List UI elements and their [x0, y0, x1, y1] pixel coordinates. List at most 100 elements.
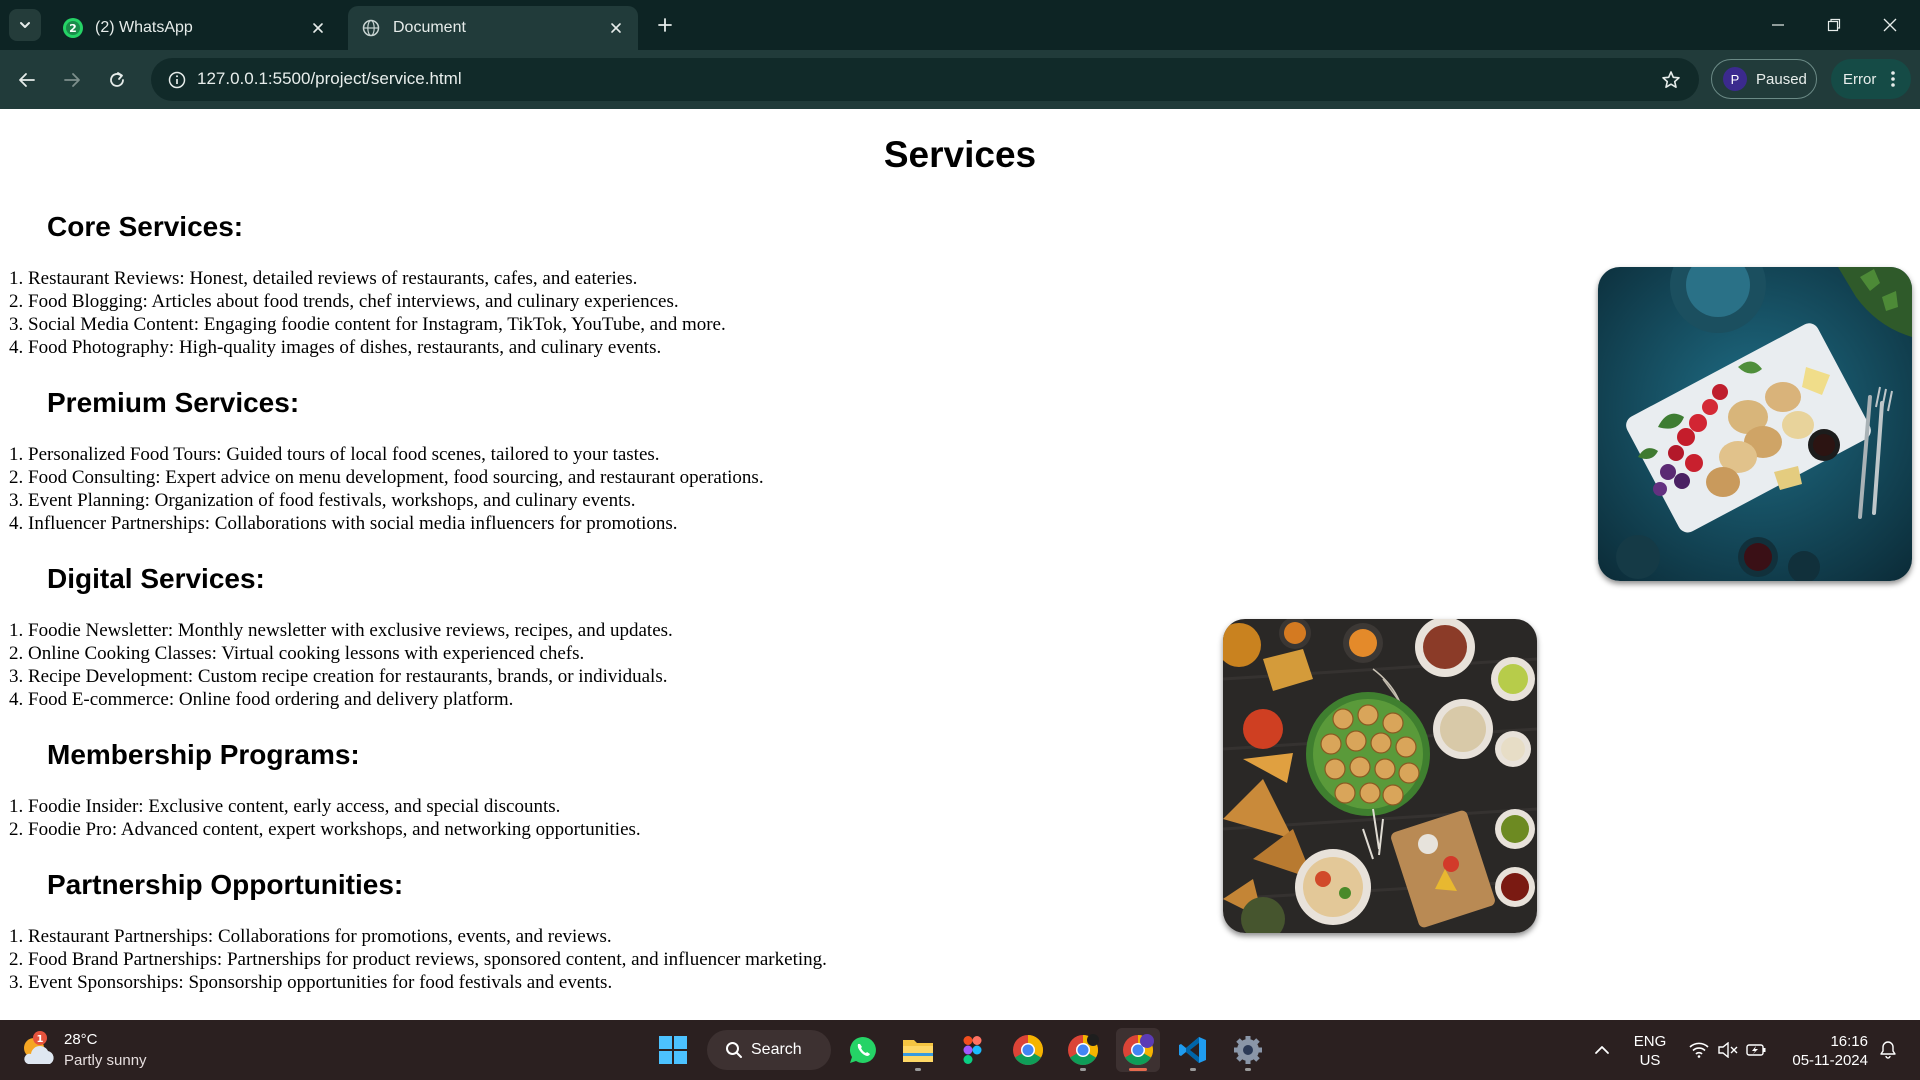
- close-icon: [1883, 18, 1897, 32]
- list-item: 3. Event Sponsorships: Sponsorship oppor…: [9, 972, 613, 993]
- chrome-active-icon: [1123, 1034, 1154, 1066]
- error-menu-button[interactable]: Error: [1831, 59, 1911, 99]
- running-indicator: [1245, 1068, 1251, 1071]
- taskbar-chrome[interactable]: [1006, 1028, 1050, 1072]
- taskbar-search[interactable]: Search: [707, 1030, 831, 1070]
- windows-taskbar: 1 28°C Partly sunny Search ENG US 16:16 …: [0, 1020, 1920, 1080]
- minimize-icon: [1772, 24, 1784, 26]
- restore-button[interactable]: [1806, 0, 1862, 50]
- forward-button[interactable]: [55, 63, 89, 97]
- taskbar-figma[interactable]: [951, 1028, 995, 1072]
- list-item: 4. Food Photography: High-quality images…: [9, 337, 662, 358]
- taskbar-chrome-profile[interactable]: [1061, 1028, 1105, 1072]
- weather-badge: 1: [37, 1034, 44, 1045]
- close-icon: [313, 23, 323, 33]
- list-item: 2. Food Brand Partnerships: Partnerships…: [9, 949, 827, 970]
- page-title: Services: [883, 134, 1037, 175]
- active-indicator: [1129, 1068, 1147, 1071]
- tab-close-button[interactable]: [304, 14, 332, 42]
- error-label: Error: [1843, 70, 1877, 88]
- tab-search-button[interactable]: [9, 9, 41, 41]
- whatsapp-icon: [849, 1036, 876, 1063]
- tab-close-button[interactable]: [602, 14, 630, 42]
- show-hidden-icons-button[interactable]: [1586, 1020, 1618, 1080]
- running-indicator: [1190, 1068, 1196, 1071]
- browser-toolbar: 127.0.0.1:5500/project/service.html P Pa…: [0, 50, 1920, 109]
- site-info-button[interactable]: [161, 64, 193, 96]
- back-button[interactable]: [10, 63, 44, 97]
- taskbar-file-explorer[interactable]: [896, 1028, 940, 1072]
- url-text[interactable]: 127.0.0.1:5500/project/service.html: [197, 69, 462, 89]
- list-item: 3. Social Media Content: Engaging foodie…: [9, 314, 726, 335]
- close-window-button[interactable]: [1862, 0, 1918, 50]
- weather-widget[interactable]: 1 28°C Partly sunny: [18, 1028, 178, 1072]
- list-digital-services: 1. Foodie Newsletter: Monthly newsletter…: [9, 619, 673, 711]
- street-food-spread-photo: [1223, 619, 1537, 933]
- list-item: 2. Foodie Pro: Advanced content, expert …: [9, 819, 641, 840]
- more-vert-icon: [1886, 67, 1900, 91]
- wifi-icon: [1689, 1042, 1709, 1058]
- list-partnership-opportunities: 1. Restaurant Partnerships: Collaboratio…: [9, 925, 827, 994]
- taskbar-settings[interactable]: [1226, 1028, 1270, 1072]
- plus-icon: [658, 18, 672, 32]
- weather-temp: 28°C: [64, 1031, 98, 1048]
- arrow-right-icon: [64, 73, 80, 87]
- tab-document[interactable]: Document: [348, 6, 638, 50]
- taskbar-chrome-active[interactable]: [1116, 1028, 1160, 1072]
- restore-icon: [1827, 18, 1841, 32]
- bookmark-button[interactable]: [1655, 64, 1687, 96]
- snack-platter-photo: [1598, 267, 1912, 581]
- language-line1: ENG: [1633, 1033, 1667, 1050]
- clock-date: 05-11-2024: [1792, 1052, 1868, 1069]
- battery-charging-icon: [1746, 1044, 1766, 1056]
- list-core-services: 1. Restaurant Reviews: Honest, detailed …: [9, 267, 726, 359]
- bell-icon: [1880, 1041, 1896, 1059]
- figma-icon: [963, 1036, 982, 1064]
- chrome-icon: [1013, 1035, 1044, 1066]
- minimize-button[interactable]: [1750, 0, 1806, 50]
- section-heading-digital: Digital Services:: [47, 563, 265, 594]
- section-heading-premium: Premium Services:: [47, 387, 300, 418]
- clock-time: 16:16: [1830, 1033, 1868, 1050]
- running-indicator: [1080, 1068, 1086, 1071]
- wifi-status[interactable]: [1684, 1020, 1714, 1080]
- language-indicator[interactable]: ENG US: [1628, 1032, 1672, 1070]
- tab-whatsapp[interactable]: 2 (2) WhatsApp: [50, 6, 340, 50]
- web-page: Services Core Services: 1. Restaurant Re…: [0, 109, 1920, 1020]
- vscode-icon: [1179, 1037, 1206, 1063]
- profile-button[interactable]: P Paused: [1711, 59, 1817, 99]
- list-membership-programs: 1. Foodie Insider: Exclusive content, ea…: [9, 795, 641, 841]
- tab-badge: 2: [69, 22, 77, 35]
- battery-status[interactable]: [1742, 1020, 1770, 1080]
- clock[interactable]: 16:16 05-11-2024: [1772, 1032, 1868, 1070]
- list-item: 4. Food E-commerce: Online food ordering…: [9, 689, 514, 710]
- file-explorer-icon: [903, 1040, 933, 1062]
- list-item: 2. Online Cooking Classes: Virtual cooki…: [9, 643, 585, 664]
- address-bar[interactable]: 127.0.0.1:5500/project/service.html: [151, 58, 1699, 101]
- list-item: 1. Personalized Food Tours: Guided tours…: [9, 444, 660, 465]
- windows-start-icon: [659, 1036, 687, 1064]
- avatar: P: [1723, 67, 1747, 91]
- tab-title: (2) WhatsApp: [95, 19, 193, 36]
- partly-sunny-icon: 1: [24, 1031, 54, 1064]
- list-item: 3. Event Planning: Organization of food …: [9, 490, 636, 511]
- search-icon: [726, 1042, 742, 1058]
- reload-icon: [110, 72, 124, 87]
- chevron-up-icon: [1595, 1046, 1609, 1054]
- reload-button[interactable]: [100, 63, 134, 97]
- taskbar-whatsapp[interactable]: [841, 1028, 885, 1072]
- list-item: 2. Food Consulting: Expert advice on men…: [9, 467, 764, 488]
- running-indicator: [915, 1068, 921, 1071]
- tab-title: Document: [393, 19, 466, 36]
- start-button[interactable]: [651, 1028, 695, 1072]
- section-heading-core: Core Services:: [47, 211, 244, 242]
- new-tab-button[interactable]: [650, 10, 680, 40]
- section-heading-partnership: Partnership Opportunities:: [47, 869, 404, 900]
- volume-status[interactable]: [1714, 1020, 1742, 1080]
- list-item: 1. Restaurant Partnerships: Collaboratio…: [9, 926, 612, 947]
- notifications-button[interactable]: [1874, 1020, 1902, 1080]
- taskbar-vscode[interactable]: [1171, 1028, 1215, 1072]
- profile-status: Paused: [1756, 70, 1807, 88]
- arrow-left-icon: [19, 73, 35, 87]
- list-item: 1. Foodie Insider: Exclusive content, ea…: [9, 796, 561, 817]
